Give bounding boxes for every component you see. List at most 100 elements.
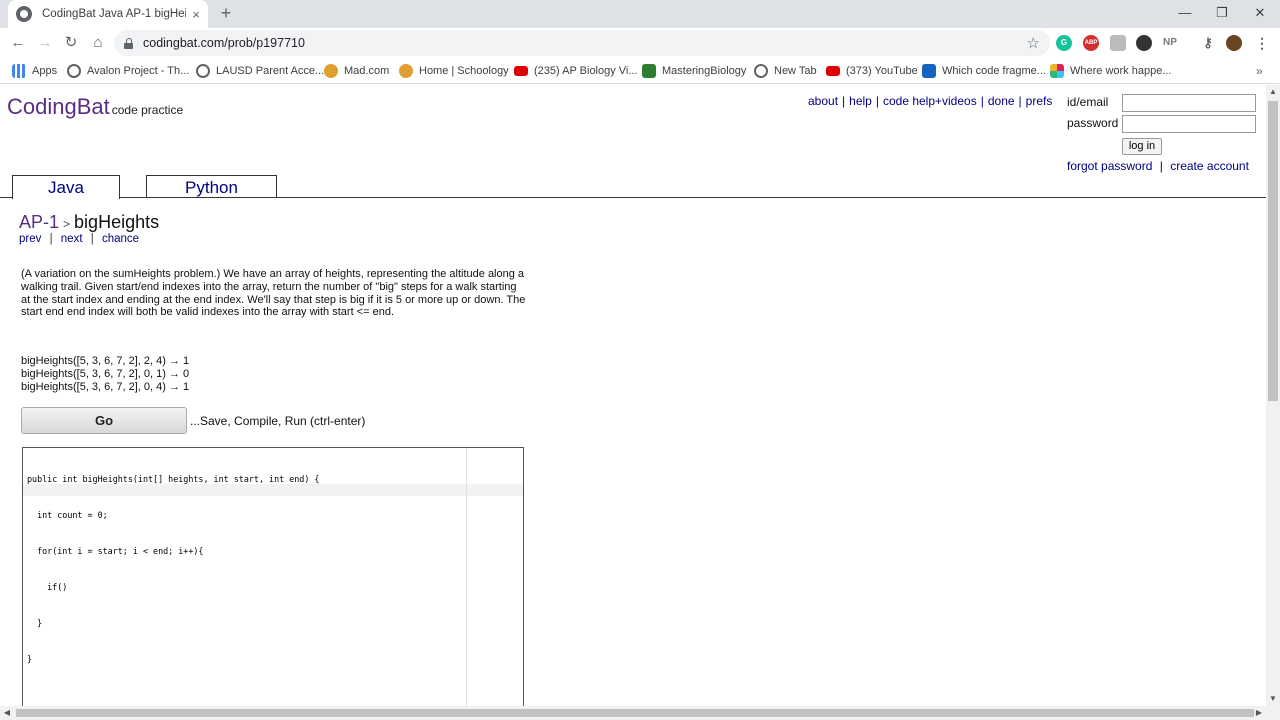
password-field[interactable]: [1122, 115, 1256, 133]
bookmark-slack[interactable]: Where work happe...: [1050, 63, 1172, 79]
go-note: ...Save, Compile, Run (ctrl-enter): [190, 414, 366, 428]
example-line: bigHeights([5, 3, 6, 7, 2], 2, 4) → 1: [21, 355, 190, 367]
bookmark-avalon[interactable]: Avalon Project - Th...: [67, 63, 189, 79]
print-margin: [466, 448, 467, 706]
id-email-field[interactable]: [1122, 94, 1256, 112]
code-line: }: [27, 654, 33, 664]
id-email-label: id/email: [1067, 95, 1109, 109]
help-link[interactable]: help: [849, 94, 872, 108]
globe-icon: [754, 64, 768, 78]
code-text[interactable]: public int bigHeights(int[] heights, int…: [27, 449, 319, 689]
top-links: about | help | code help+videos | done | prefs: [808, 94, 1053, 108]
scroll-left-icon[interactable]: ◀: [0, 706, 14, 720]
lock-icon: [124, 37, 133, 49]
bookmark-which-code[interactable]: Which code fragme...: [922, 63, 1046, 79]
home-icon[interactable]: ⌂: [88, 33, 108, 53]
slack-icon: [1050, 64, 1064, 78]
grammarly-extension-icon[interactable]: G: [1056, 35, 1072, 51]
extension-icon[interactable]: [1110, 35, 1126, 51]
vertical-scrollbar[interactable]: ▲ ▼: [1266, 85, 1280, 706]
schoology-icon: [399, 64, 413, 78]
page-content: CodingBat code practice about | help | code h…: [0, 85, 1266, 706]
tab-close-icon[interactable]: ×: [192, 7, 200, 22]
profile-avatar[interactable]: [1226, 35, 1242, 51]
back-arrow-icon[interactable]: ←: [8, 33, 28, 53]
bookmarks-bar: Apps Avalon Project - Th... LAUSD Parent…: [0, 58, 1280, 84]
site-logo[interactable]: CodingBat code practice: [7, 94, 183, 120]
next-link[interactable]: next: [61, 233, 83, 245]
window-restore-button[interactable]: ❐: [1203, 0, 1241, 28]
adblock-extension-icon[interactable]: ABP: [1083, 35, 1099, 51]
browser-tab-strip: CodingBat Java AP-1 bigHeights × + — ❐ ✕: [0, 0, 1280, 28]
account-links: forgot password | create account: [1067, 159, 1249, 173]
browser-toolbar: ← → ↻ ⌂ codingbat.com/prob/p197710 ☆ G A…: [0, 28, 1280, 58]
chance-link[interactable]: chance: [102, 233, 139, 245]
tab-python[interactable]: Python: [146, 175, 277, 198]
problem-title: bigHeights: [74, 212, 160, 232]
bookmark-mad[interactable]: Mad.com: [324, 63, 389, 79]
active-tab-gap: [13, 197, 119, 198]
np-extension-icon[interactable]: NP: [1162, 35, 1178, 51]
address-bar[interactable]: codingbat.com/prob/p197710 ☆: [114, 30, 1050, 56]
key-icon[interactable]: ⚷: [1200, 35, 1216, 51]
globe-icon: [196, 64, 210, 78]
youtube-icon: [514, 66, 528, 76]
scroll-right-icon[interactable]: ▶: [1252, 706, 1266, 720]
create-account-link[interactable]: create account: [1170, 159, 1249, 173]
vertical-scroll-thumb[interactable]: [1268, 101, 1278, 401]
window-close-button[interactable]: ✕: [1241, 0, 1279, 28]
code-editor[interactable]: public int bigHeights(int[] heights, int…: [22, 447, 524, 706]
bookmark-schoology[interactable]: Home | Schoology: [399, 63, 509, 79]
forward-arrow-icon[interactable]: →: [35, 33, 55, 53]
bookmark-lausd[interactable]: LAUSD Parent Acce...: [196, 63, 324, 79]
problem-description: (A variation on the sumHeights problem.)…: [21, 268, 526, 319]
log-in-button[interactable]: log in: [1122, 138, 1162, 155]
examples: bigHeights([5, 3, 6, 7, 2], 2, 4) → 1 bi…: [21, 355, 189, 394]
bookmark-youtube[interactable]: (373) YouTube: [826, 63, 918, 79]
horizontal-scrollbar[interactable]: ◀ ▶: [0, 706, 1280, 720]
tab-title: CodingBat Java AP-1 bigHeights: [42, 8, 186, 20]
logo-subtitle: code practice: [111, 103, 184, 117]
code-line: for(int i = start; i < end; i++){: [27, 546, 204, 556]
code-line: if(): [27, 582, 68, 592]
bookmark-new-tab[interactable]: New Tab: [754, 63, 817, 79]
mad-icon: [324, 64, 338, 78]
scroll-down-icon[interactable]: ▼: [1266, 692, 1280, 706]
forgot-password-link[interactable]: forgot password: [1067, 159, 1152, 173]
problem-nav: prev | next | chance: [19, 233, 140, 245]
bookmarks-overflow-icon[interactable]: »: [1256, 63, 1263, 79]
section-link[interactable]: AP-1: [19, 212, 59, 232]
codingbat-favicon-icon: [16, 6, 32, 22]
code-line: }: [27, 618, 43, 628]
new-tab-button[interactable]: +: [216, 3, 236, 23]
menu-kebab-icon[interactable]: ⋮: [1254, 35, 1270, 51]
youtube-icon: [826, 66, 840, 76]
code-line: public int bigHeights(int[] heights, int…: [27, 474, 320, 484]
code-help-videos-link[interactable]: code help+videos: [883, 94, 977, 108]
apps-grid-icon: [12, 64, 26, 78]
pearson-icon: [642, 64, 656, 78]
bookmark-ap-biology[interactable]: (235) AP Biology Vi...: [514, 63, 638, 79]
reload-icon[interactable]: ↻: [61, 33, 81, 53]
window-minimize-button[interactable]: —: [1166, 0, 1204, 28]
tab-java[interactable]: Java: [12, 175, 120, 199]
password-label: password: [1067, 116, 1119, 130]
bookmark-apps[interactable]: Apps: [12, 63, 57, 79]
target-extension-icon[interactable]: [1136, 35, 1152, 51]
horizontal-scroll-thumb[interactable]: [16, 709, 1254, 717]
tab-divider: [0, 197, 1266, 198]
url-text: codingbat.com/prob/p197710: [143, 36, 305, 50]
quizlet-icon: [922, 64, 936, 78]
example-line: bigHeights([5, 3, 6, 7, 2], 0, 4) → 1: [21, 381, 190, 393]
breadcrumb: AP-1 > bigHeights: [19, 212, 160, 232]
go-button[interactable]: Go: [21, 407, 187, 434]
browser-tab[interactable]: CodingBat Java AP-1 bigHeights ×: [8, 0, 208, 28]
about-link[interactable]: about: [808, 94, 838, 108]
bookmark-masteringbiology[interactable]: MasteringBiology: [642, 63, 746, 79]
prefs-link[interactable]: prefs: [1026, 94, 1053, 108]
globe-icon: [67, 64, 81, 78]
scroll-up-icon[interactable]: ▲: [1266, 85, 1280, 99]
bookmark-star-icon[interactable]: ☆: [1027, 34, 1040, 52]
prev-link[interactable]: prev: [19, 233, 41, 245]
done-link[interactable]: done: [988, 94, 1015, 108]
